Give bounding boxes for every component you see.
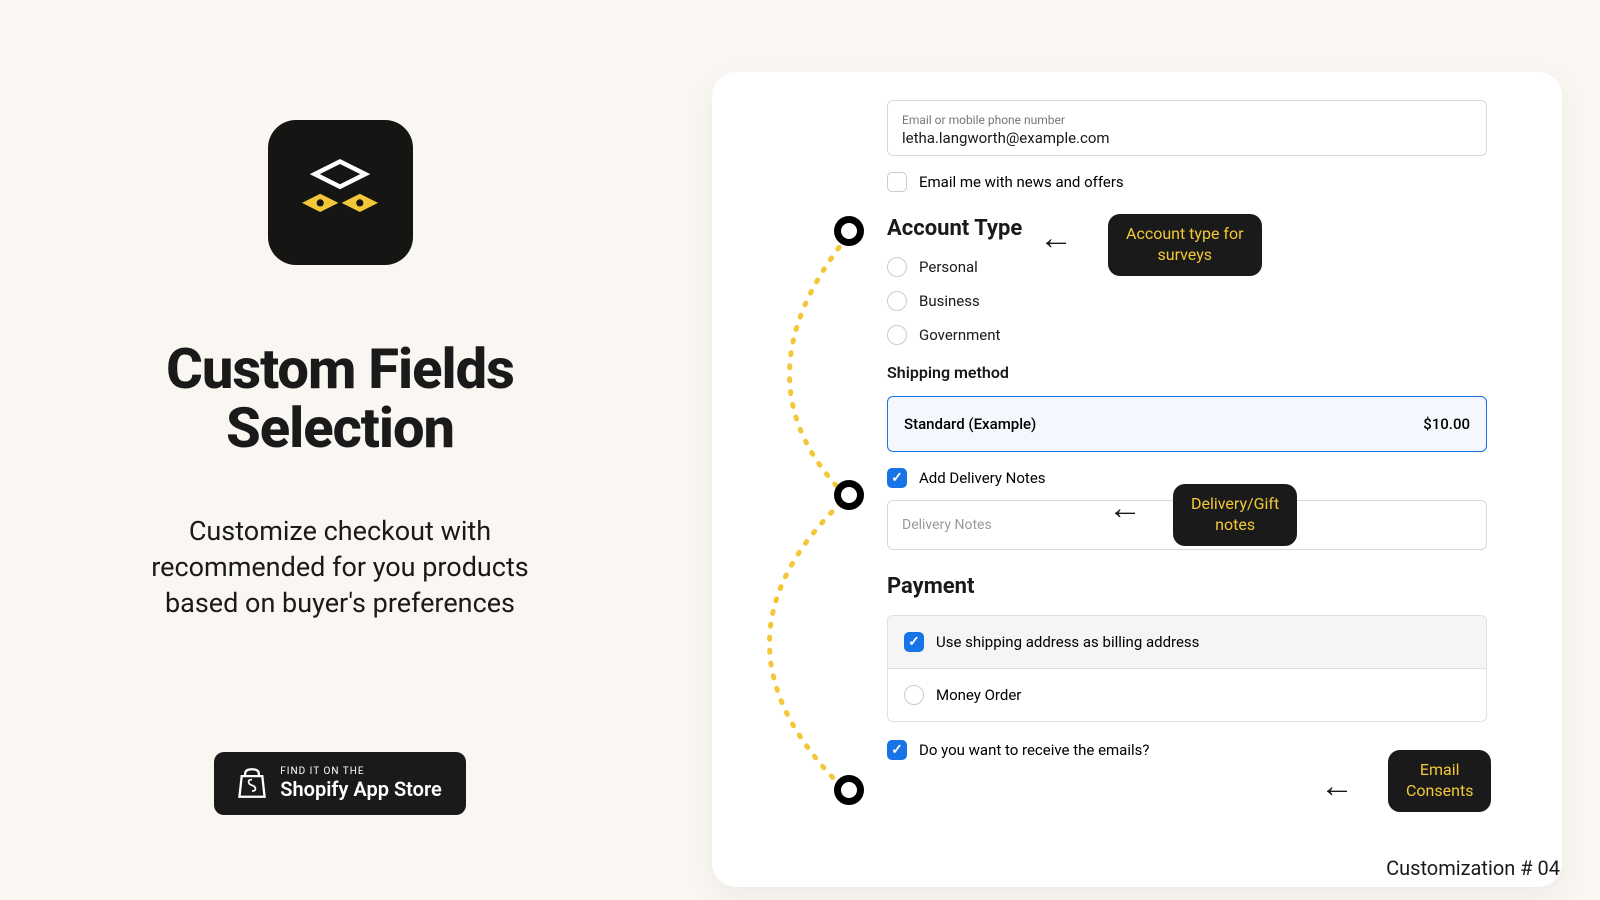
account-radio-business[interactable] bbox=[887, 291, 907, 311]
delivery-notes-label: Add Delivery Notes bbox=[919, 469, 1046, 487]
money-order-radio[interactable] bbox=[904, 685, 924, 705]
bullet-marker bbox=[834, 775, 864, 805]
callout-delivery-notes: Delivery/Gift notes bbox=[1173, 484, 1297, 546]
money-order-label: Money Order bbox=[936, 686, 1021, 704]
arrow-icon: ← bbox=[1320, 766, 1354, 806]
email-label: Email or mobile phone number bbox=[902, 113, 1065, 127]
billing-checkbox[interactable] bbox=[904, 632, 924, 652]
account-radio-government[interactable] bbox=[887, 325, 907, 345]
radio-label: Personal bbox=[919, 258, 978, 276]
email-value: letha.langworth@example.com bbox=[902, 129, 1472, 147]
billing-label: Use shipping address as billing address bbox=[936, 633, 1199, 651]
shipping-option[interactable]: Standard (Example) $10.00 bbox=[887, 396, 1487, 452]
arrow-icon: ← bbox=[1108, 488, 1142, 528]
email-consent-label: Do you want to receive the emails? bbox=[919, 741, 1149, 759]
billing-address-option[interactable]: Use shipping address as billing address bbox=[888, 616, 1486, 669]
page-title: Custom FieldsSelection bbox=[166, 340, 514, 458]
radio-label: Government bbox=[919, 326, 1000, 344]
footer-customization-number: Customization # 04 bbox=[1386, 856, 1560, 880]
shipping-name: Standard (Example) bbox=[904, 415, 1036, 433]
callout-account-type: Account type for surveys bbox=[1108, 214, 1262, 276]
shopping-bag-icon bbox=[238, 767, 266, 799]
payment-heading: Payment bbox=[887, 574, 1487, 599]
account-radio-personal[interactable] bbox=[887, 257, 907, 277]
money-order-option[interactable]: Money Order bbox=[888, 669, 1486, 721]
email-field[interactable]: Email or mobile phone number letha.langw… bbox=[887, 100, 1487, 156]
bullet-marker bbox=[834, 216, 864, 246]
news-label: Email me with news and offers bbox=[919, 173, 1124, 191]
badge-title: Shopify App Store bbox=[280, 777, 442, 801]
callout-email-consents: Email Consents bbox=[1388, 750, 1491, 812]
shipping-price: $10.00 bbox=[1423, 415, 1470, 433]
badge-small-text: FIND IT ON THE bbox=[280, 766, 442, 777]
delivery-notes-checkbox[interactable] bbox=[887, 468, 907, 488]
news-checkbox[interactable] bbox=[887, 172, 907, 192]
shopify-app-store-badge[interactable]: FIND IT ON THE Shopify App Store bbox=[214, 752, 466, 815]
bullet-marker bbox=[834, 480, 864, 510]
shipping-method-heading: Shipping method bbox=[887, 363, 1487, 382]
email-consent-checkbox[interactable] bbox=[887, 740, 907, 760]
radio-label: Business bbox=[919, 292, 980, 310]
app-logo-icon bbox=[268, 120, 413, 265]
arrow-icon: ← bbox=[1039, 218, 1073, 258]
page-subtitle: Customize checkout with recommended for … bbox=[151, 513, 528, 622]
